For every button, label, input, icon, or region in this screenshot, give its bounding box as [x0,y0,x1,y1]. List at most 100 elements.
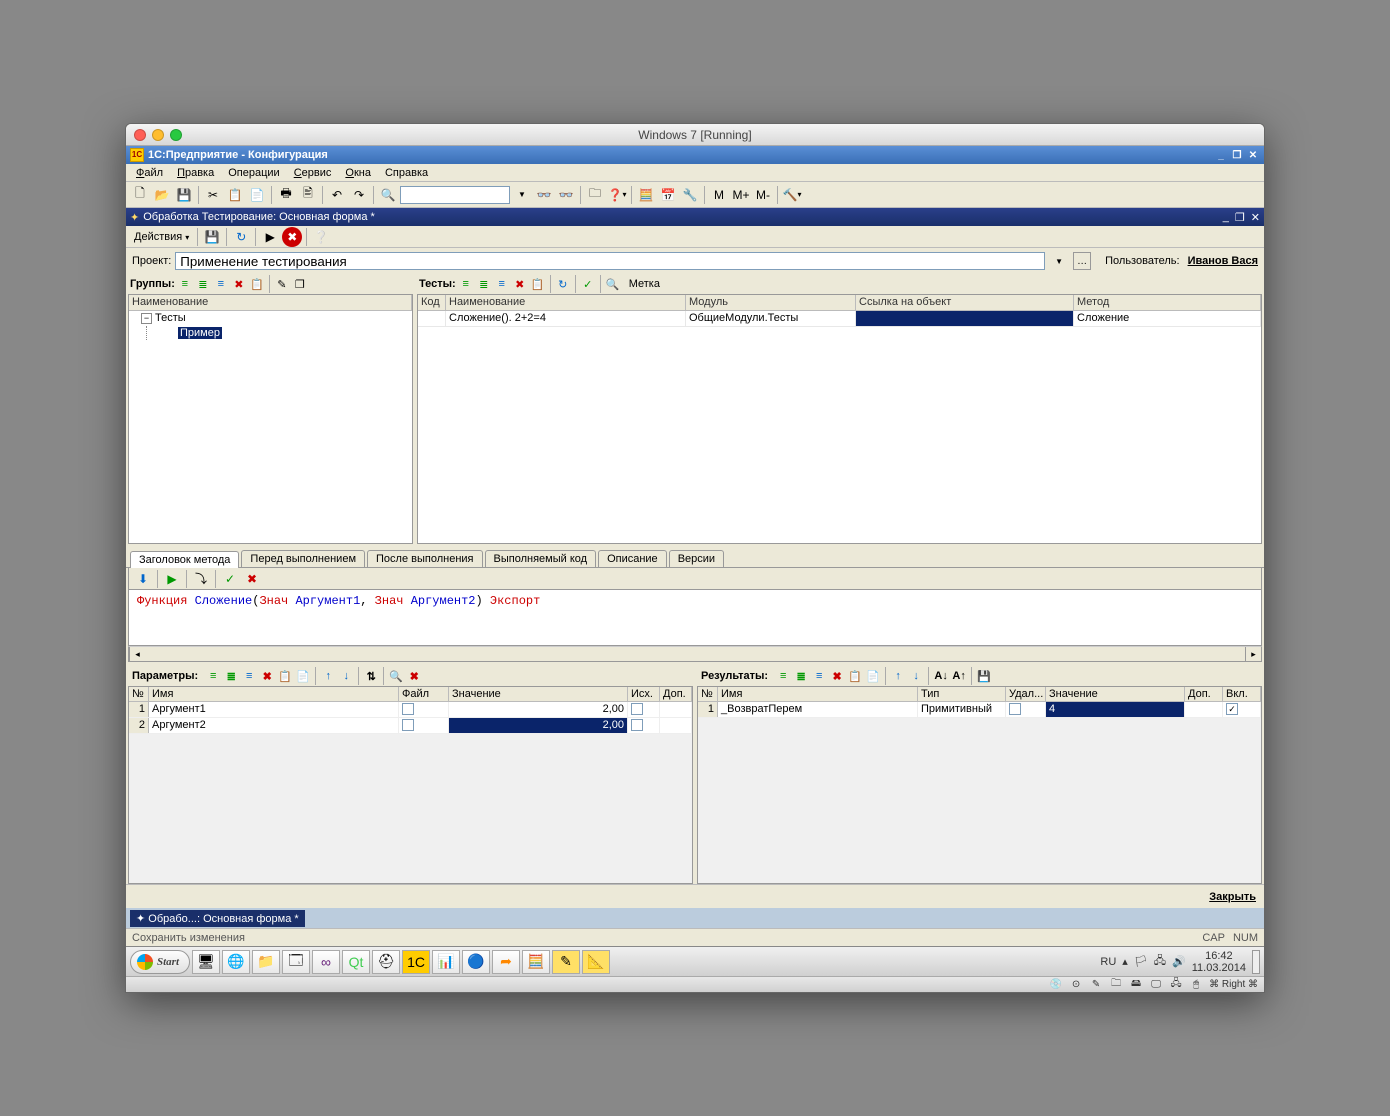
vm-drive-icon[interactable]: 🖴 [1129,979,1143,991]
folder-icon[interactable]: 🗀 [585,185,605,205]
vm-display-icon[interactable]: 🖵 [1149,979,1163,991]
vm-pencil-icon[interactable]: ✎ [1089,979,1103,991]
vm-disk-icon[interactable]: 💿 [1049,979,1063,991]
code-check-icon[interactable]: ✓ [220,569,240,589]
task-calc-icon[interactable]: 🧮 [522,950,550,974]
tests-col-module[interactable]: Модуль [686,295,856,310]
menu-operations[interactable]: Операции [222,165,285,181]
vm-folder-icon[interactable]: 🗀 [1109,979,1123,991]
doc-restore-button[interactable]: ❐ [1235,211,1245,224]
open-button[interactable]: 📂 [152,185,172,205]
m-minus-button[interactable]: M- [753,185,773,205]
checkbox[interactable] [1009,703,1021,715]
save-button[interactable]: 💾 [174,185,194,205]
tests-col-ref[interactable]: Ссылка на объект [856,295,1074,310]
tray-lang[interactable]: RU [1100,956,1116,968]
param-row[interactable]: 2 Аргумент2 2,00 [129,718,692,734]
m-button[interactable]: M [709,185,729,205]
close-link[interactable]: Закрыть [1209,891,1256,903]
tests-col-code[interactable]: Код [418,295,446,310]
tray-showdesktop[interactable] [1252,950,1260,974]
task-app1-icon[interactable]: 🗔 [282,950,310,974]
res-col-value[interactable]: Значение [1046,687,1185,701]
task-helmet-icon[interactable]: ⛑ [372,950,400,974]
cut-button[interactable]: ✂ [203,185,223,205]
task-chrome-icon[interactable]: 🌐 [222,950,250,974]
window-icon[interactable]: ❐ [292,276,308,292]
tab-after[interactable]: После выполнения [367,550,483,567]
pencil-icon[interactable]: ✎ [274,276,290,292]
tests-add2-icon[interactable]: ≣ [476,276,492,292]
checkbox[interactable] [402,703,414,715]
collapse-icon[interactable]: − [141,313,152,324]
tests-copy-icon[interactable]: 📋 [530,276,546,292]
res-save-icon[interactable]: 💾 [976,668,992,684]
params-col-name[interactable]: Имя [149,687,399,701]
res-down-icon[interactable]: ↓ [908,668,924,684]
wrench-icon[interactable]: 🔨▾ [782,185,802,205]
param-del-icon[interactable]: ✖ [259,668,275,684]
add-subrow-icon[interactable]: ≣ [195,276,211,292]
tab-desc[interactable]: Описание [598,550,667,567]
code-hscroll[interactable]: ◂▸ [128,646,1262,662]
res-sort2-icon[interactable]: A↑ [951,668,967,684]
start-button[interactable]: Start [130,950,190,974]
doc-stop-icon[interactable]: ✖ [282,227,302,247]
copy-row-icon[interactable]: 📋 [249,276,265,292]
res-col-n[interactable]: № [698,687,718,701]
res-up-icon[interactable]: ↑ [890,668,906,684]
param-up-icon[interactable]: ↑ [320,668,336,684]
doc-help-icon[interactable]: ❔ [311,227,331,247]
m-plus-button[interactable]: M+ [731,185,751,205]
find-button[interactable]: 🔍 [378,185,398,205]
code-cancel-icon[interactable]: ✖ [242,569,262,589]
task-arrow-icon[interactable]: ➦ [492,950,520,974]
calc-icon[interactable]: 🧮 [636,185,656,205]
res-paste-icon[interactable]: 📄 [865,668,881,684]
calendar-icon[interactable]: 📅 [658,185,678,205]
task-folder-icon[interactable]: 📁 [252,950,280,974]
app-restore-button[interactable]: ❐ [1230,149,1244,161]
tests-check-icon[interactable]: ✓ [580,276,596,292]
project-input[interactable] [175,252,1045,270]
tray-flag-icon[interactable]: 🏳 [1134,955,1148,968]
menu-help[interactable]: Справка [379,165,434,181]
add-row-icon[interactable]: ≡ [177,276,193,292]
res-edit-icon[interactable]: ≡ [811,668,827,684]
doc-close-button[interactable]: ✕ [1251,211,1260,224]
menu-service[interactable]: Сервис [288,165,338,181]
paste-button[interactable]: 📄 [247,185,267,205]
params-col-value[interactable]: Значение [449,687,628,701]
tests-col-method[interactable]: Метод [1074,295,1261,310]
doc-minimize-button[interactable]: _ [1223,211,1229,224]
result-row[interactable]: 1 _ВозвратПерем Примитивный 4 ✓ [698,702,1261,718]
groups-col-name[interactable]: Наименование [129,295,412,310]
project-dropdown[interactable]: ▼ [1049,251,1069,271]
delete-row-icon[interactable]: ✖ [231,276,247,292]
task-compass-icon[interactable]: 📐 [582,950,610,974]
params-col-ext[interactable]: Доп. [660,687,692,701]
tab-header[interactable]: Заголовок метода [130,551,239,568]
param-search-icon[interactable]: 🔍 [388,668,404,684]
tray-clock[interactable]: 16:42 11.03.2014 [1192,950,1246,974]
tab-versions[interactable]: Версии [669,550,724,567]
tests-col-name[interactable]: Наименование [446,295,686,310]
checkbox[interactable] [402,719,414,731]
code-nav-icon[interactable]: ⬇ [133,569,153,589]
menu-windows[interactable]: Окна [339,165,377,181]
res-col-del[interactable]: Удал... [1006,687,1046,701]
res-add2-icon[interactable]: ≣ [793,668,809,684]
tray-up-icon[interactable]: ▴ [1122,955,1128,968]
task-note-icon[interactable]: ✎ [552,950,580,974]
param-down-icon[interactable]: ↓ [338,668,354,684]
user-link[interactable]: Иванов Вася [1188,255,1258,267]
project-browse-button[interactable]: … [1073,252,1091,270]
preview-button[interactable]: 🖹 [298,185,318,205]
tray-vol-icon[interactable]: 🔊 [1172,955,1186,968]
code-step-icon[interactable]: ⤵ [191,569,211,589]
doc-refresh-icon[interactable]: ↻ [231,227,251,247]
tree-row-root[interactable]: − Тесты [129,311,412,325]
doc-run-icon[interactable]: ▶ [260,227,280,247]
res-col-on[interactable]: Вкл. [1223,687,1261,701]
res-col-ext[interactable]: Доп. [1185,687,1223,701]
